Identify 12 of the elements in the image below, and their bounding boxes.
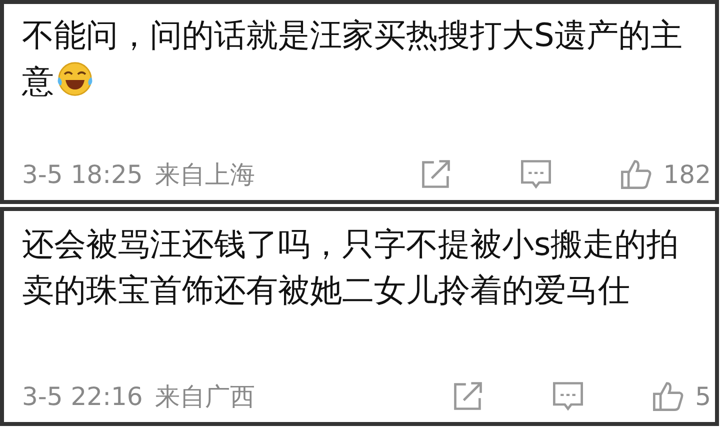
comment-text: 还会被骂汪还钱了吗，只字不提被小s搬走的拍卖的珠宝首饰还有被她二女儿拎着的爱马仕 — [22, 225, 679, 309]
comment-text: 不能问，问的话就是汪家买热搜打大S遗产的主意 — [22, 16, 682, 100]
comment-location: 来自广西 — [154, 380, 255, 412]
thumbs-up-icon[interactable] — [619, 157, 654, 191]
thumbs-up-icon[interactable] — [651, 379, 686, 413]
like-count: 182 — [663, 160, 711, 188]
like-count: 5 — [695, 382, 711, 410]
comment-time: 3-5 18:25 — [22, 160, 143, 188]
comment-icon[interactable] — [519, 157, 554, 191]
comment-location: 来自上海 — [154, 158, 255, 190]
comment-time: 3-5 22:16 — [22, 382, 143, 410]
comment-icon[interactable] — [551, 379, 586, 413]
